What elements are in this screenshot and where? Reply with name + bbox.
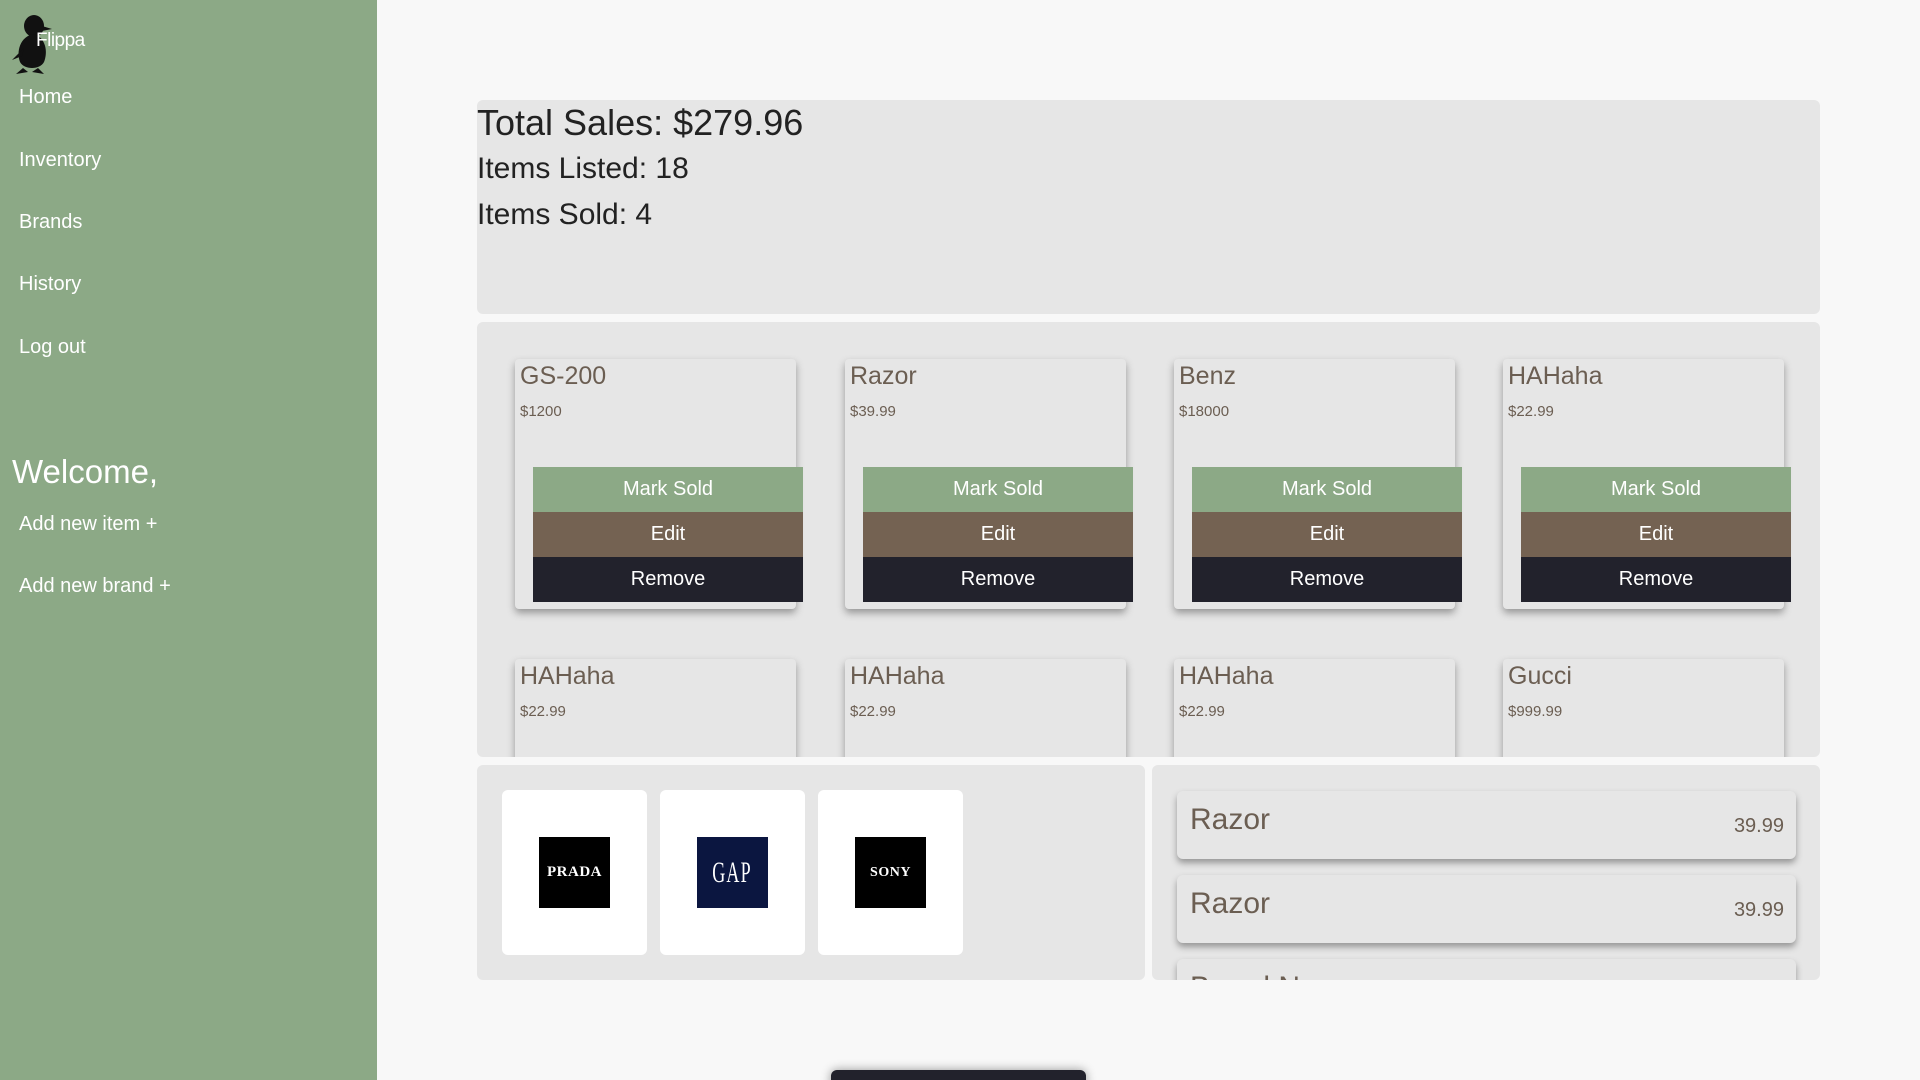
item-price: $22.99 — [850, 703, 896, 720]
history-item-name: Razor — [1190, 803, 1271, 836]
item-name: Gucci — [1508, 662, 1572, 690]
nav-home[interactable]: Home — [19, 86, 72, 109]
item-price: $18000 — [1179, 403, 1230, 420]
item-card: HAHaha $22.99 — [1174, 659, 1455, 757]
sidebar: Flippa Home Inventory Brands History Log… — [0, 0, 377, 1080]
item-card: Razor $39.99 Mark Sold Edit Remove — [845, 359, 1133, 609]
edit-button[interactable]: Edit — [863, 512, 1133, 557]
prada-logo: PRADA — [539, 837, 610, 908]
remove-button[interactable]: Remove — [533, 557, 803, 602]
mark-sold-button[interactable]: Mark Sold — [533, 467, 803, 512]
item-card: Gucci $999.99 — [1503, 659, 1784, 757]
edit-button[interactable]: Edit — [1521, 512, 1791, 557]
bottom-toolbar[interactable] — [831, 1070, 1086, 1080]
sony-logo: SONY — [855, 837, 926, 908]
mark-sold-button[interactable]: Mark Sold — [863, 467, 1133, 512]
brand-tile-gap[interactable]: GAP — [660, 790, 805, 955]
items-listed: Items Listed: 18 — [477, 152, 689, 185]
nav-history[interactable]: History — [19, 273, 81, 296]
item-name: GS-200 — [520, 362, 607, 390]
edit-button[interactable]: Edit — [1192, 512, 1462, 557]
item-price: $999.99 — [1508, 703, 1563, 720]
history-item-price: 39.99 — [1733, 899, 1784, 921]
nav-brands[interactable]: Brands — [19, 211, 82, 234]
history-item-name: Brand N — [1190, 971, 1300, 980]
item-price: $22.99 — [520, 703, 566, 720]
item-card: Benz $18000 Mark Sold Edit Remove — [1174, 359, 1462, 609]
item-card: GS-200 $1200 Mark Sold Edit Remove — [515, 359, 803, 609]
items-sold: Items Sold: 4 — [477, 198, 653, 231]
item-price: $22.99 — [1179, 703, 1225, 720]
brand-tile-prada[interactable]: PRADA — [502, 790, 647, 955]
edit-button[interactable]: Edit — [533, 512, 803, 557]
nav-inventory[interactable]: Inventory — [19, 149, 101, 172]
item-name: HAHaha — [1508, 362, 1603, 390]
item-card: HAHaha $22.99 — [515, 659, 796, 757]
remove-button[interactable]: Remove — [863, 557, 1133, 602]
item-name: HAHaha — [1179, 662, 1274, 690]
item-name: Benz — [1179, 362, 1236, 390]
item-card: HAHaha $22.99 — [845, 659, 1126, 757]
gap-logo-text: GAP — [712, 855, 753, 889]
penguin-logo[interactable]: Flippa — [10, 12, 85, 76]
add-item-link[interactable]: Add new item + — [19, 513, 157, 536]
history-row[interactable]: Brand N — [1177, 959, 1796, 980]
inventory-panel: GS-200 $1200 Mark Sold Edit Remove Razor… — [477, 322, 1820, 757]
remove-button[interactable]: Remove — [1521, 557, 1791, 602]
item-price: $1200 — [520, 403, 562, 420]
item-price: $39.99 — [850, 403, 896, 420]
stats-panel: Total Sales: $279.96 Items Listed: 18 It… — [477, 100, 1820, 314]
item-name: HAHaha — [520, 662, 615, 690]
app-name: Flippa — [36, 30, 85, 51]
remove-button[interactable]: Remove — [1192, 557, 1462, 602]
brands-panel: PRADA GAP SONY — [477, 765, 1145, 980]
history-row[interactable]: Razor 39.99 — [1177, 791, 1796, 859]
mark-sold-button[interactable]: Mark Sold — [1192, 467, 1462, 512]
add-brand-link[interactable]: Add new brand + — [19, 575, 171, 598]
history-row[interactable]: Razor 39.99 — [1177, 875, 1796, 943]
brand-tile-sony[interactable]: SONY — [818, 790, 963, 955]
history-panel: Razor 39.99 Razor 39.99 Brand N — [1152, 765, 1820, 980]
history-item-name: Razor — [1190, 887, 1271, 920]
item-name: Razor — [850, 362, 917, 390]
mark-sold-button[interactable]: Mark Sold — [1521, 467, 1791, 512]
total-sales: Total Sales: $279.96 — [477, 102, 804, 143]
gap-logo: GAP — [697, 837, 768, 908]
nav-logout[interactable]: Log out — [19, 336, 86, 359]
item-card: HAHaha $22.99 Mark Sold Edit Remove — [1503, 359, 1791, 609]
item-price: $22.99 — [1508, 403, 1554, 420]
welcome-text: Welcome, — [12, 453, 159, 490]
item-name: HAHaha — [850, 662, 945, 690]
history-item-price: 39.99 — [1733, 815, 1784, 837]
